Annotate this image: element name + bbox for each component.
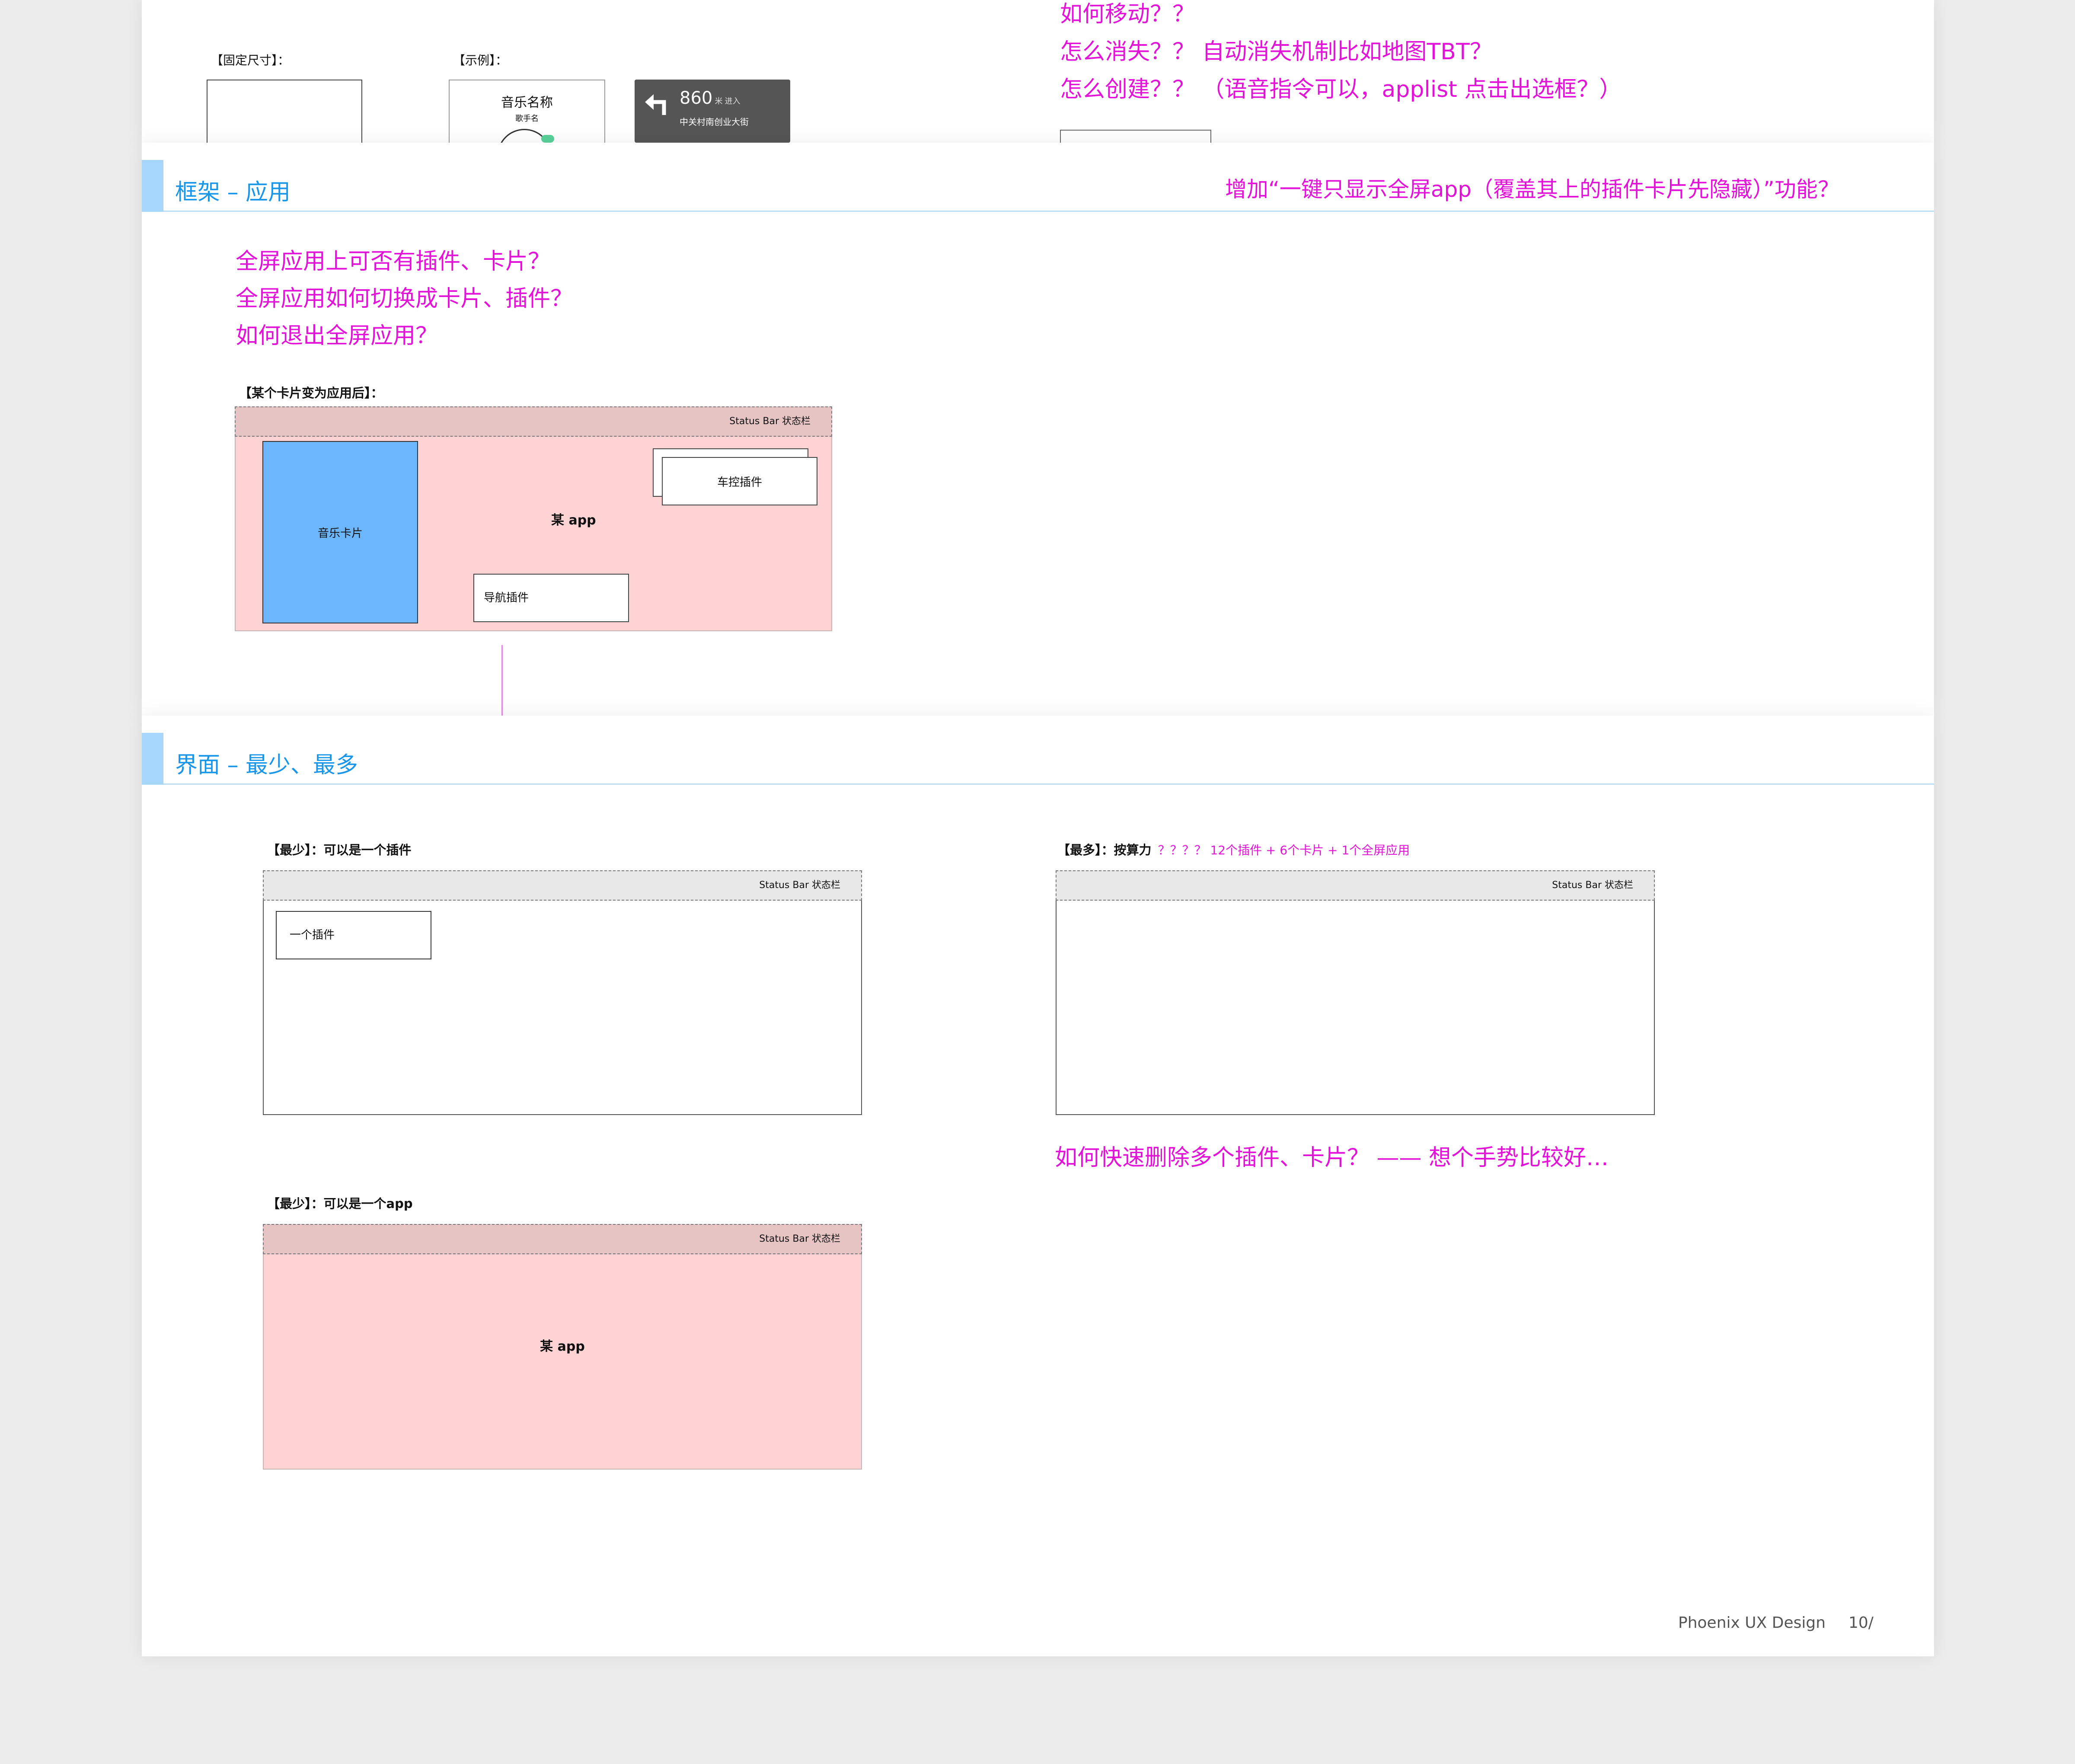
fixed-size-label: 【固定尺寸】： (211, 53, 290, 67)
nav-street: 中关村南创业大街 (680, 117, 749, 127)
play-dot-icon (541, 135, 554, 143)
section-accent-bar (142, 160, 163, 212)
nav-distance-row: 860 米 进入 (680, 88, 741, 108)
music-card-label: 音乐卡片 (317, 527, 363, 540)
app-label: 某 app (551, 513, 596, 528)
max-note: ？？？？ 12个插件 + 6个卡片 + 1个全屏应用 (1158, 843, 1410, 857)
framework-question-1: 全屏应用上可否有插件、卡片？ (236, 249, 551, 275)
section-divider (163, 211, 1934, 212)
delete-question: 如何快速删除多个插件、卡片？ —— 想个手势比较好… (1055, 1145, 1609, 1171)
music-card-title: 音乐名称 (501, 95, 553, 110)
max-status-bar: Status Bar 状态栏 (1056, 870, 1655, 901)
fixed-size-box (207, 80, 362, 149)
footer-page: 10/ (1848, 1614, 1874, 1632)
nav-card-example: 860 米 进入 中关村南创业大街 (635, 80, 790, 143)
min-app-label-center: 某 app (540, 1339, 585, 1354)
car-plugin-label: 车控插件 (717, 476, 762, 489)
top-question-3: 怎么创建？？ （语音指令可以，applist 点击出选框？） (1060, 77, 1622, 102)
footer-brand: Phoenix UX Design (1678, 1614, 1826, 1632)
connector-line (501, 645, 503, 723)
nav-action: 进入 (725, 97, 741, 106)
top-page: 【固定尺寸】： 【示例】： 音乐名称 歌手名 860 米 进入 中关村南创业大街… (142, 0, 1934, 156)
section-divider-2 (163, 783, 1934, 785)
top-question-2: 怎么消失？？ 自动消失机制比如地图TBT？ (1060, 39, 1492, 65)
framework-question-3: 如何退出全屏应用？ (236, 323, 438, 349)
nav-distance: 860 (680, 88, 713, 108)
one-plugin-label: 一个插件 (290, 929, 335, 942)
nav-plugin-label: 导航插件 (484, 591, 529, 604)
nav-plugin: 导航插件 (473, 574, 629, 622)
diagram-label: 【某个卡片变为应用后】： (239, 386, 383, 400)
framework-page: 框架 – 应用 增加“一键只显示全屏app（覆盖其上的插件卡片先隐藏）”功能？ … (142, 143, 1934, 723)
nav-unit: 米 (715, 97, 723, 106)
framework-title: 框架 – 应用 (175, 179, 291, 205)
interface-title: 界面 – 最少、最多 (175, 752, 358, 778)
example-label: 【示例】： (453, 53, 508, 67)
music-card-example: 音乐名称 歌手名 (449, 80, 605, 149)
min-app-status-bar: Status Bar 状态栏 (263, 1224, 862, 1254)
min-plugin-frame: Status Bar 状态栏 一个插件 (263, 870, 862, 1115)
min-plugin-status-bar: Status Bar 状态栏 (263, 870, 862, 901)
interface-page: 界面 – 最少、最多 【最少】：可以是一个插件 Status Bar 状态栏 一… (142, 716, 1934, 1656)
status-bar-label: Status Bar 状态栏 (729, 416, 811, 427)
status-bar: Status Bar 状态栏 (235, 406, 832, 437)
app-frame: Status Bar 状态栏 音乐卡片 车控插件 某 app 导航插件 (235, 406, 832, 631)
min-app-label: 【最少】：可以是一个app (267, 1196, 413, 1211)
status-bar-label: Status Bar 状态栏 (1552, 880, 1633, 891)
framework-question-2: 全屏应用如何切换成卡片、插件？ (236, 286, 573, 312)
music-card-artist: 歌手名 (515, 114, 539, 123)
max-label: 【最多】：按算力 (1057, 843, 1152, 857)
status-bar-label: Status Bar 状态栏 (759, 1234, 840, 1244)
one-plugin: 一个插件 (276, 911, 431, 959)
max-label-row: 【最多】：按算力 ？？？？ 12个插件 + 6个卡片 + 1个全屏应用 (1057, 840, 1410, 858)
framework-note: 增加“一键只显示全屏app（覆盖其上的插件卡片先隐藏）”功能？ (1225, 177, 1839, 202)
turn-left-arrow-icon (645, 94, 666, 115)
max-frame: Status Bar 状态栏 (1056, 870, 1655, 1115)
min-app-frame: Status Bar 状态栏 某 app (263, 1224, 862, 1470)
top-question-1: 如何移动？？ (1060, 1, 1195, 27)
car-plugin: 车控插件 (662, 457, 817, 505)
music-card: 音乐卡片 (262, 441, 418, 623)
status-bar-label: Status Bar 状态栏 (759, 880, 840, 891)
section-accent-bar-2 (142, 733, 163, 785)
min-plugin-label: 【最少】：可以是一个插件 (267, 843, 412, 857)
